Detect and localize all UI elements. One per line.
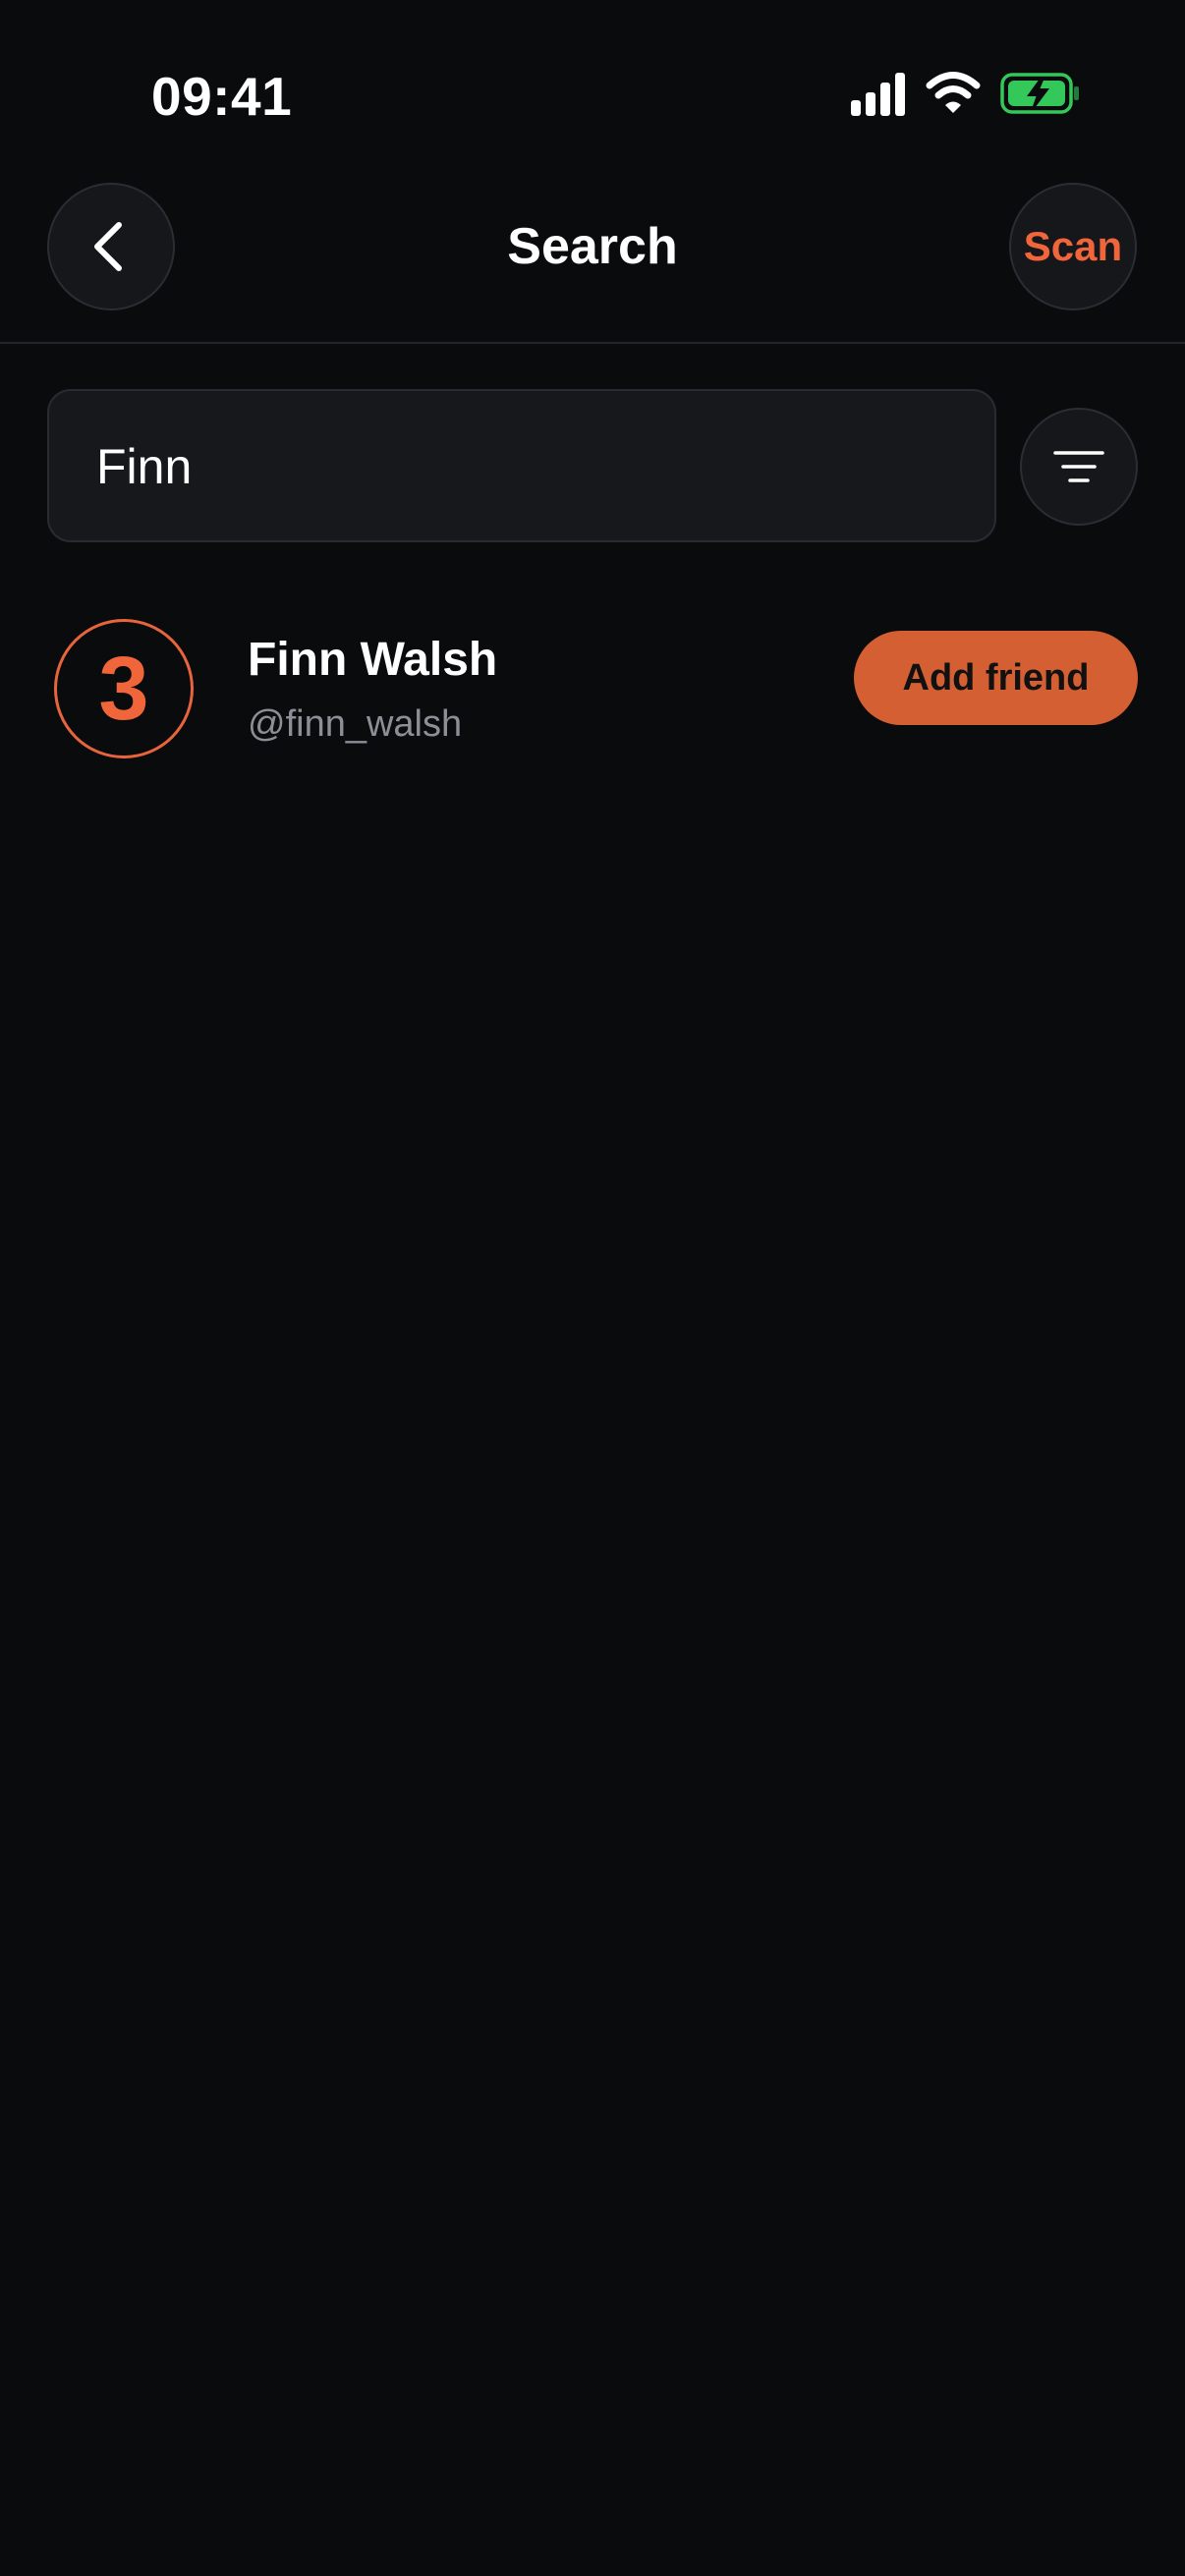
nav-divider [0,342,1185,344]
battery-charging-icon [1000,73,1079,114]
filter-button[interactable] [1020,408,1138,526]
list-item[interactable]: 3 Finn Walsh @finn_walsh Add friend [0,609,1185,776]
scan-button-label: Scan [1023,223,1123,269]
wifi-icon [926,72,981,113]
nav-bar: Search Scan [0,183,1185,342]
filter-lines-icon [1053,451,1104,482]
user-handle: @finn_walsh [248,703,463,745]
avatar-text: 3 [98,639,149,739]
cellular-signal-icon [851,73,905,116]
status-bar: 09:41 [0,0,1185,187]
add-friend-button[interactable]: Add friend [854,631,1138,725]
search-input-value: Finn [96,439,193,494]
scan-button[interactable]: Scan [1009,183,1137,310]
page-title: Search [507,218,678,275]
status-time: 09:41 [151,66,293,127]
search-input[interactable]: Finn [47,389,996,542]
user-name: Finn Walsh [248,634,498,686]
status-icons [847,69,1083,120]
add-friend-button-label: Add friend [902,656,1090,699]
avatar: 3 [54,619,194,758]
